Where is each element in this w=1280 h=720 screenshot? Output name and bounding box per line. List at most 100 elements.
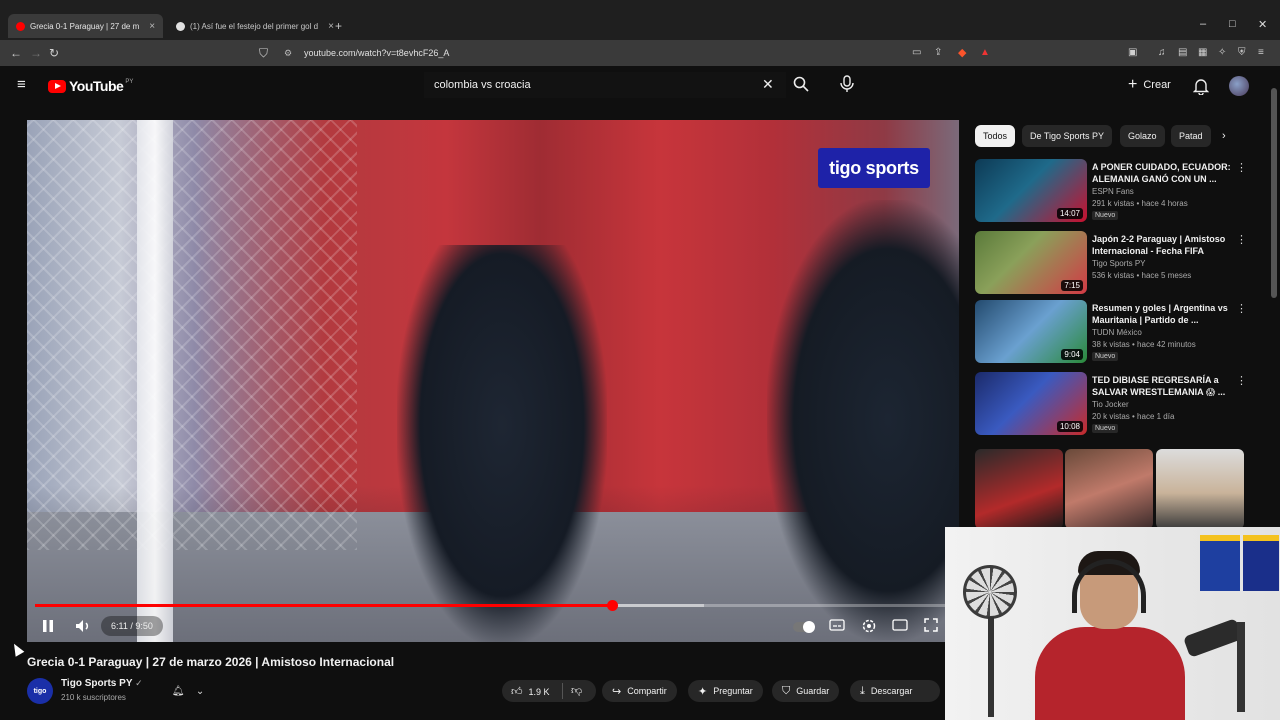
- short-thumbnail[interactable]: [975, 449, 1063, 529]
- theater-mode-icon[interactable]: [892, 618, 908, 637]
- chevron-right-icon[interactable]: ›: [1222, 130, 1226, 142]
- hamburger-icon[interactable]: ≡: [17, 76, 26, 93]
- reading-list-icon[interactable]: ▤: [1178, 46, 1187, 60]
- rec-title: TED DIBIASE REGRESARÍA a SALVAR WRESTLEM…: [1092, 375, 1226, 397]
- rec-meta: 291 k vistas • hace 4 horas: [1092, 199, 1188, 208]
- video-thumbnail[interactable]: 10:08: [975, 372, 1087, 435]
- search-box: [424, 72, 786, 98]
- download-label: Descargar: [870, 686, 913, 696]
- subtitles-icon[interactable]: [829, 618, 845, 637]
- notifications-bell-icon[interactable]: [1192, 77, 1210, 100]
- volume-icon[interactable]: [74, 618, 92, 639]
- share-button[interactable]: ↪ Compartir: [602, 680, 677, 702]
- new-badge: Nuevo: [1092, 352, 1119, 361]
- short-thumbnail[interactable]: [1156, 449, 1244, 529]
- video-player[interactable]: tigo sports 6:11 / 9:50: [27, 120, 959, 642]
- recommended-video[interactable]: 14:07 A PONER CUIDADO, ECUADOR: ALEMANIA…: [975, 159, 1247, 225]
- rec-meta: 38 k vistas • hace 42 minutos: [1092, 340, 1196, 349]
- progress-scrubber[interactable]: [607, 600, 619, 611]
- recommended-video[interactable]: 10:08 TED DIBIASE REGRESARÍA a SALVAR WR…: [975, 372, 1247, 438]
- create-button[interactable]: + Crear: [1128, 77, 1171, 93]
- tigo-sports-watermark: tigo sports: [818, 148, 930, 188]
- forward-icon[interactable]: →: [30, 46, 42, 60]
- reload-icon[interactable]: ↻: [49, 46, 59, 60]
- leo-icon[interactable]: ✧: [1218, 46, 1226, 60]
- mic-icon[interactable]: [839, 75, 855, 98]
- channel-name[interactable]: Tigo Sports PY ✓: [61, 678, 143, 689]
- share-label: Compartir: [627, 686, 667, 696]
- account-avatar[interactable]: [1229, 76, 1249, 96]
- browser-tab[interactable]: (1) Así fue el festejo del primer gol d …: [176, 16, 334, 36]
- subscription-bell-button[interactable]: 🔔︎ ⌄: [166, 682, 210, 700]
- youtube-favicon-icon: [16, 21, 25, 31]
- download-button[interactable]: ⤓ Descargar: [850, 680, 940, 702]
- ask-button[interactable]: ✦ Preguntar: [688, 680, 763, 702]
- chip-golazo[interactable]: Golazo: [1120, 125, 1165, 147]
- bookmark-icon[interactable]: ⛉: [259, 46, 268, 60]
- time-current: 6:11: [111, 621, 128, 631]
- sidebar-toggle-icon[interactable]: ▣: [1128, 46, 1137, 60]
- tab-close-icon[interactable]: ×: [328, 21, 334, 32]
- progress-bar[interactable]: [35, 600, 951, 611]
- like-dislike-group: 👍︎ 1.9 K 👎︎: [502, 680, 596, 702]
- search-input[interactable]: [424, 72, 786, 98]
- minimize-icon[interactable]: –: [1200, 18, 1206, 30]
- video-thumbnail[interactable]: 9:04: [975, 300, 1087, 363]
- chip-todos[interactable]: Todos: [975, 125, 1016, 147]
- chip-channel[interactable]: De Tigo Sports PY: [1022, 125, 1113, 147]
- mouse-cursor-icon: [9, 641, 25, 657]
- bell-icon: 🔔︎: [171, 685, 185, 697]
- recommended-video[interactable]: 9:04 Resumen y goles | Argentina vs Maur…: [975, 300, 1247, 366]
- save-button[interactable]: ⛉ Guardar: [772, 680, 840, 702]
- more-options-icon[interactable]: ⋮: [1236, 233, 1247, 246]
- channel-avatar[interactable]: tigo: [27, 678, 53, 704]
- clear-search-icon[interactable]: ✕: [762, 76, 774, 93]
- thumb-down-icon[interactable]: 👎︎: [571, 684, 582, 697]
- more-options-icon[interactable]: ⋮: [1236, 374, 1247, 387]
- close-window-icon[interactable]: ✕: [1258, 18, 1267, 31]
- mic-arm-image: [1237, 622, 1245, 712]
- browser-tab-bar: Grecia 0-1 Paraguay | 27 de m × (1) Así …: [0, 0, 1280, 40]
- video-thumbnail[interactable]: 14:07: [975, 159, 1087, 222]
- webcam-overlay: [945, 527, 1280, 720]
- search-icon[interactable]: [793, 76, 809, 97]
- autoplay-toggle[interactable]: [793, 620, 815, 638]
- video-thumbnail[interactable]: 7:15: [975, 231, 1087, 294]
- browser-tab-active[interactable]: Grecia 0-1 Paraguay | 27 de m ×: [8, 14, 164, 38]
- page-scrollbar[interactable]: [1271, 88, 1277, 298]
- fan-stand: [988, 617, 994, 717]
- jersey-image: [1200, 535, 1240, 591]
- settings-gear-icon[interactable]: [861, 618, 877, 639]
- pause-icon[interactable]: [41, 618, 55, 639]
- cast-icon[interactable]: ▭: [912, 46, 921, 60]
- tab-close-icon[interactable]: ×: [149, 21, 155, 32]
- chevron-down-icon: ⌄: [195, 685, 205, 697]
- short-thumbnail[interactable]: [1065, 449, 1153, 529]
- recommended-video[interactable]: 7:15 Japón 2-2 Paraguay | Amistoso Inter…: [975, 231, 1247, 297]
- youtube-logo[interactable]: YouTube PY: [48, 78, 133, 94]
- url-field[interactable]: ⚙ youtube.com/watch?v=t8evhcF26_A: [278, 44, 998, 62]
- rec-meta: 20 k vistas • hace 1 día: [1092, 412, 1175, 421]
- rewards-icon[interactable]: ▲: [980, 46, 990, 60]
- more-options-icon[interactable]: ⋮: [1236, 161, 1247, 174]
- menu-icon[interactable]: ≡: [1258, 46, 1264, 60]
- vpn-icon[interactable]: ⛨: [1238, 46, 1246, 60]
- footballer-right: [767, 200, 959, 640]
- brave-shield-icon[interactable]: ◆: [958, 46, 966, 60]
- maximize-icon[interactable]: □: [1229, 18, 1236, 30]
- extensions-icon[interactable]: ▦: [1198, 46, 1207, 60]
- rec-title: A PONER CUIDADO, ECUADOR: ALEMANIA GANÓ …: [1092, 162, 1231, 184]
- chip-patad[interactable]: Patad: [1171, 125, 1211, 147]
- media-icon[interactable]: ♫: [1158, 46, 1166, 60]
- back-icon[interactable]: ←: [10, 46, 22, 60]
- like-button[interactable]: 👍︎ 1.9 K: [511, 685, 550, 698]
- url-text: youtube.com/watch?v=t8evhcF26_A: [304, 48, 450, 58]
- tiktok-favicon-icon: [176, 21, 185, 31]
- new-tab-button[interactable]: +: [335, 16, 342, 36]
- share-page-icon[interactable]: ⇪: [934, 46, 942, 60]
- time-total: 9:50: [135, 621, 153, 631]
- fullscreen-icon[interactable]: [924, 618, 938, 637]
- channel-subscribers: 210 k suscriptores: [61, 693, 126, 702]
- site-info-icon[interactable]: ⚙: [284, 44, 292, 62]
- more-options-icon[interactable]: ⋮: [1236, 302, 1247, 315]
